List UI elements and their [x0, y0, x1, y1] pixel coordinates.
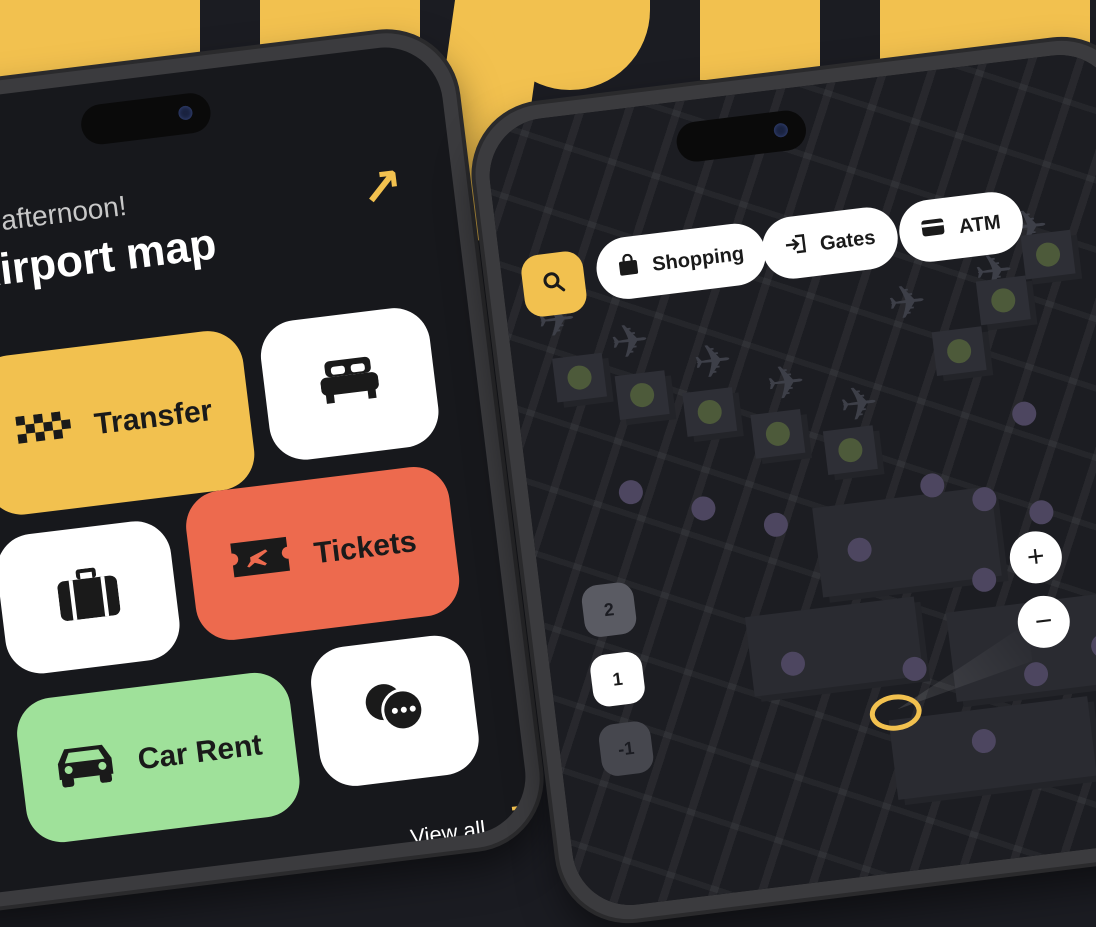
- terminal-building: [744, 596, 924, 697]
- airplane-icon: ✈: [690, 333, 736, 390]
- shop-pin[interactable]: [901, 655, 928, 683]
- background-stripe: [700, 0, 820, 80]
- floor-button-minus-1[interactable]: -1: [597, 719, 656, 778]
- view-all-link[interactable]: View all: [409, 816, 487, 851]
- tickets-button[interactable]: Tickets: [182, 462, 464, 645]
- home-screen: od afternoon! Airport map ↗ Transfer Tic…: [0, 40, 533, 900]
- chat-button[interactable]: [306, 631, 483, 791]
- floor-button-1[interactable]: 1: [588, 650, 647, 709]
- airplane-icon: ✈: [607, 313, 653, 370]
- shop-pin[interactable]: [690, 495, 717, 522]
- shop-pin[interactable]: [762, 511, 790, 539]
- shopping-bag-icon: [617, 253, 640, 283]
- gate-entry-icon: [783, 233, 808, 261]
- shop-pin[interactable]: [1010, 400, 1038, 428]
- ticket-icon: [226, 532, 296, 589]
- arrow-up-right-icon[interactable]: ↗: [358, 156, 407, 219]
- search-button[interactable]: [519, 249, 589, 319]
- car-icon: [51, 737, 119, 796]
- phone-map: ✈ ✈ ✈ ✈ ✈ ✈ ✈ ✈ Shopping Gates ATM 2 1 -…: [467, 32, 1096, 927]
- shop-pin[interactable]: [1028, 498, 1055, 526]
- luggage-button[interactable]: [0, 517, 184, 678]
- airplane-icon: ✈: [836, 375, 882, 432]
- floor-button-2[interactable]: 2: [580, 580, 639, 639]
- airport-map[interactable]: ✈ ✈ ✈ ✈ ✈ ✈ ✈ ✈: [483, 48, 1096, 912]
- bed-icon: [318, 354, 382, 415]
- suitcase-icon: [55, 565, 122, 630]
- airplane-icon: ✈: [763, 354, 809, 411]
- atm-label: ATM: [957, 210, 1002, 238]
- taxi-checker-icon: [15, 410, 75, 453]
- gates-label: Gates: [818, 226, 877, 255]
- view-all-arrow-icon[interactable]: ↗: [496, 795, 531, 840]
- car-rent-button[interactable]: Car Rent: [12, 668, 304, 847]
- shopping-label: Shopping: [650, 242, 746, 276]
- map-screen: ✈ ✈ ✈ ✈ ✈ ✈ ✈ ✈ Shopping Gates ATM 2 1 -…: [483, 48, 1096, 912]
- card-icon: [920, 217, 947, 244]
- dynamic-island: [78, 90, 213, 147]
- hotel-button[interactable]: [256, 304, 443, 464]
- transfer-label: Transfer: [92, 393, 215, 442]
- search-icon: [541, 269, 566, 298]
- tickets-label: Tickets: [312, 525, 419, 571]
- camera-icon: [177, 105, 194, 121]
- shop-pin[interactable]: [617, 478, 645, 506]
- car-rent-label: Car Rent: [135, 727, 264, 776]
- airplane-icon: ✈: [884, 273, 930, 331]
- chat-bubbles-icon: [359, 675, 430, 746]
- camera-icon: [773, 122, 789, 139]
